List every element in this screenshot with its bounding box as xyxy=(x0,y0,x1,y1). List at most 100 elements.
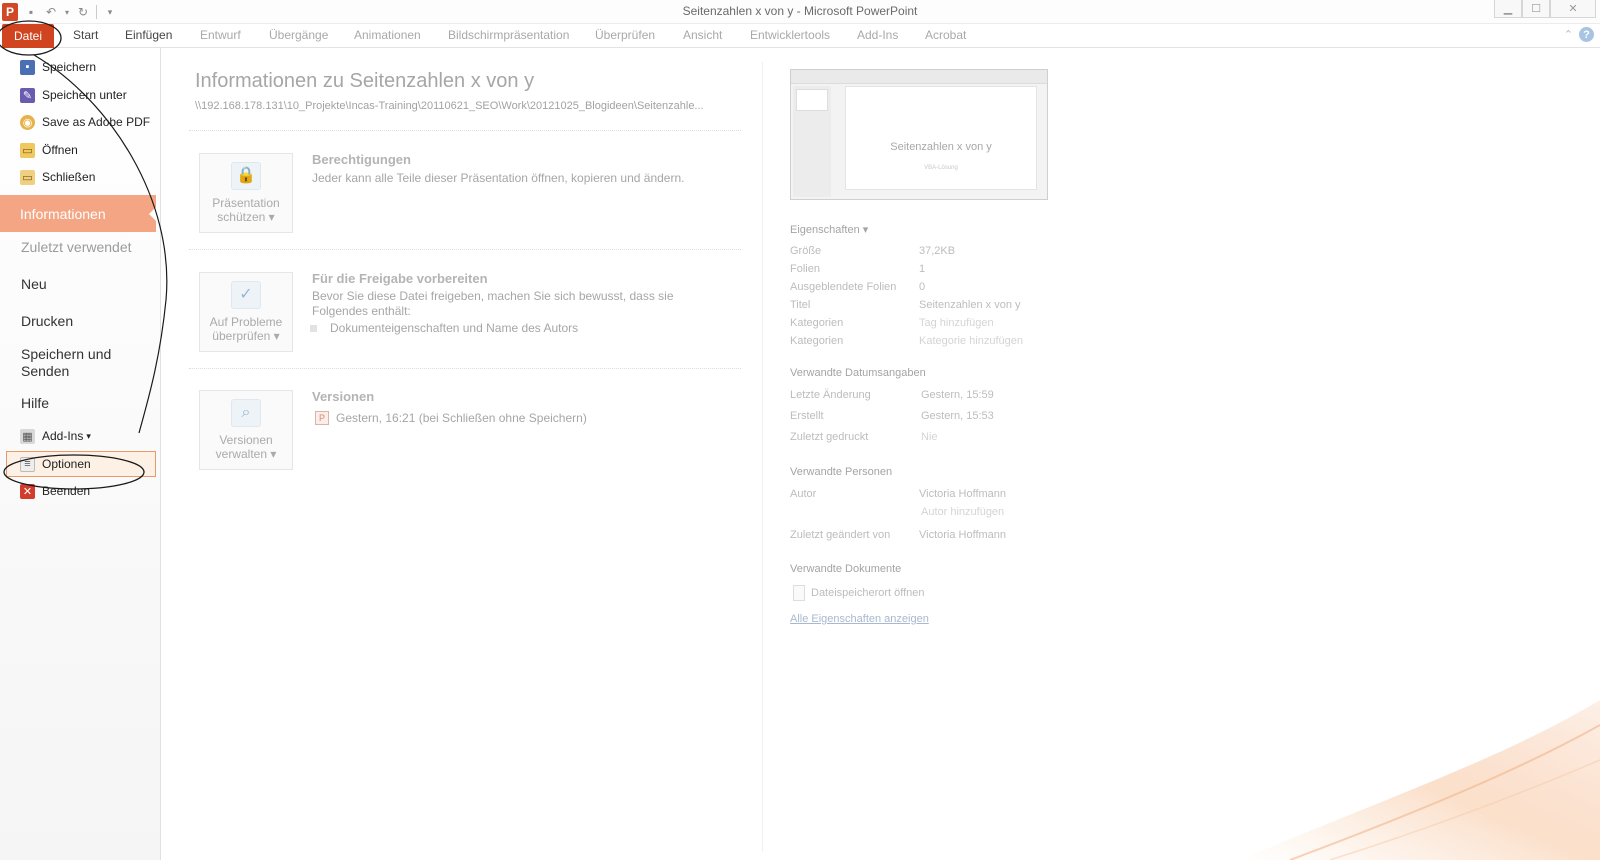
info-panel: Informationen zu Seitenzahlen x von y \\… xyxy=(161,48,761,860)
property-value: 37,2KB xyxy=(919,245,956,257)
date-value: Gestern, 15:53 xyxy=(921,410,994,422)
nav-add-ins-label: Add-Ins xyxy=(42,429,84,443)
tab-ansicht[interactable]: Ansicht xyxy=(683,28,722,42)
slide-preview[interactable]: Seitenzahlen x von y VBA-Lösung xyxy=(790,69,1048,200)
date-label: Zuletzt gedruckt xyxy=(790,431,869,443)
powerpoint-logo-icon[interactable]: P xyxy=(2,3,18,21)
nav-speichern-und-senden[interactable]: Speichern und Senden xyxy=(21,346,121,380)
chevron-down-icon: ▾ xyxy=(86,430,91,441)
nav-speichern-unter-label: Speichern unter xyxy=(42,88,127,102)
nav-zuletzt-verwendet[interactable]: Zuletzt verwendet xyxy=(21,239,132,255)
version-entry[interactable]: Gestern, 16:21 (bei Schließen ohne Speic… xyxy=(336,411,756,426)
tab-datei[interactable]: Datei xyxy=(2,24,54,48)
addins-icon: ▦ xyxy=(20,428,35,444)
tab-add-ins[interactable]: Add-Ins xyxy=(857,28,898,42)
date-label: Erstellt xyxy=(790,410,824,422)
check-issues-label-1: Auf Probleme xyxy=(209,315,283,329)
tab-bildschirmpraesentation[interactable]: Bildschirmpräsentation xyxy=(448,28,569,42)
nav-save-as-adobe-pdf[interactable]: ◉ Save as Adobe PDF xyxy=(20,111,150,133)
divider xyxy=(189,249,741,250)
show-all-properties-link[interactable]: Alle Eigenschaften anzeigen xyxy=(790,613,929,625)
redo-icon[interactable]: ↻ xyxy=(76,5,90,19)
tab-start[interactable]: Start xyxy=(73,28,98,42)
dates-header: Verwandte Datumsangaben xyxy=(790,367,926,379)
check-document-icon: ✓ xyxy=(231,281,261,309)
properties-header[interactable]: Eigenschaften ▾ xyxy=(790,223,868,236)
add-author-field[interactable]: Autor hinzufügen xyxy=(921,506,1004,518)
manage-versions-label-1: Versionen xyxy=(219,433,273,447)
nav-speichern-unter[interactable]: ✎ Speichern unter xyxy=(20,84,127,106)
add-tag-field[interactable]: Tag hinzufügen xyxy=(919,317,994,329)
author-value[interactable]: Victoria Hoffmann xyxy=(919,488,1006,500)
tab-ueberpruefen[interactable]: Überprüfen xyxy=(595,28,655,42)
property-value: 0 xyxy=(919,281,926,293)
property-label: Größe xyxy=(790,245,822,257)
undo-icon[interactable]: ↶ xyxy=(44,5,58,19)
property-value: 1 xyxy=(919,263,926,275)
minimize-button[interactable]: ▁ xyxy=(1494,0,1522,18)
window-title: Seitenzahlen x von y - Microsoft PowerPo… xyxy=(682,4,918,18)
nav-beenden-label: Beenden xyxy=(42,484,91,498)
permissions-text: Jeder kann alle Teile dieser Präsentatio… xyxy=(312,171,685,185)
preview-ribbon xyxy=(791,70,1047,84)
manage-versions-button[interactable]: ⌕ Versionen verwalten ▾ xyxy=(199,390,293,470)
preview-slide: Seitenzahlen x von y VBA-Lösung xyxy=(845,86,1037,190)
bullet-icon xyxy=(310,325,317,332)
modified-by-label: Zuletzt geändert von xyxy=(790,529,891,541)
tab-acrobat[interactable]: Acrobat xyxy=(925,28,966,42)
divider xyxy=(189,130,741,131)
prepare-sharing-bullet: Dokumenteigenschaften und Name des Autor… xyxy=(330,321,579,335)
check-issues-label-2: überprüfen ▾ xyxy=(212,329,280,343)
tab-einfuegen[interactable]: Einfügen xyxy=(125,28,172,42)
collapse-ribbon-icon[interactable]: ⌃ xyxy=(1564,28,1573,41)
dropdown-icon[interactable]: ▾ xyxy=(64,5,70,19)
panel-separator xyxy=(762,62,763,852)
save-icon[interactable]: ▪ xyxy=(24,5,38,19)
tab-animationen[interactable]: Animationen xyxy=(354,28,421,42)
title-bar: P ▪ ↶ ▾ ↻ ▾ Seitenzahlen x von y - Micro… xyxy=(0,0,1600,24)
decorative-swoosh-line xyxy=(1289,724,1600,860)
nav-speichern-label: Speichern xyxy=(42,60,97,74)
property-title-field[interactable]: Seitenzahlen x von y xyxy=(919,299,1021,311)
page-title: Informationen zu Seitenzahlen x von y xyxy=(195,70,535,92)
close-button[interactable]: ✕ xyxy=(1550,0,1596,18)
nav-informationen[interactable]: Informationen xyxy=(0,195,157,232)
check-issues-button[interactable]: ✓ Auf Probleme überprüfen ▾ xyxy=(199,272,293,352)
nav-oeffnen-label: Öffnen xyxy=(42,143,78,157)
preview-slide-subtitle: VBA-Lösung xyxy=(924,165,958,171)
prepare-sharing-title: Für die Freigabe vorbereiten xyxy=(312,271,488,286)
nav-optionen-label: Optionen xyxy=(42,457,91,471)
permissions-title: Berechtigungen xyxy=(312,152,411,167)
versions-icon: ⌕ xyxy=(231,399,261,427)
nav-drucken[interactable]: Drucken xyxy=(21,313,73,329)
tab-entwurf[interactable]: Entwurf xyxy=(200,28,241,42)
help-icon[interactable]: ? xyxy=(1579,27,1594,42)
nav-oeffnen[interactable]: ▭ Öffnen xyxy=(20,139,78,161)
nav-schliessen-label: Schließen xyxy=(42,170,96,184)
preview-slide-pane xyxy=(793,86,831,197)
ribbon-tabs: Datei Start Einfügen Entwurf Übergänge A… xyxy=(0,24,1600,48)
nav-add-ins[interactable]: ▦ Add-Ins ▾ xyxy=(20,425,91,447)
nav-beenden[interactable]: ✕ Beenden xyxy=(20,480,90,502)
tab-entwicklertools[interactable]: Entwicklertools xyxy=(750,28,830,42)
author-label: Autor xyxy=(790,488,817,500)
backstage-nav: ▪ Speichern ✎ Speichern unter ◉ Save as … xyxy=(0,48,161,860)
nav-schliessen[interactable]: ▭ Schließen xyxy=(20,166,95,188)
window-controls: ▁ ☐ ✕ xyxy=(1494,0,1596,18)
open-file-location-link[interactable]: Dateispeicherort öffnen xyxy=(811,587,925,599)
prepare-sharing-text: Bevor Sie diese Datei freigeben, machen … xyxy=(312,289,674,318)
adobe-pdf-icon: ◉ xyxy=(20,114,35,130)
file-path: \\192.168.178.131\10_Projekte\Incas-Trai… xyxy=(195,100,704,112)
ribbon-right-controls: ⌃ ? xyxy=(1564,27,1594,42)
quick-access-toolbar: P ▪ ↶ ▾ ↻ ▾ xyxy=(0,2,117,22)
versions-title: Versionen xyxy=(312,389,375,404)
maximize-button[interactable]: ☐ xyxy=(1522,0,1550,18)
add-category-field[interactable]: Kategorie hinzufügen xyxy=(919,335,1023,347)
customize-icon[interactable]: ▾ xyxy=(103,5,117,19)
nav-optionen[interactable]: ≡ Optionen xyxy=(20,453,91,475)
nav-hilfe[interactable]: Hilfe xyxy=(21,395,49,411)
nav-neu[interactable]: Neu xyxy=(21,276,47,292)
tab-uebergaenge[interactable]: Übergänge xyxy=(269,28,328,42)
protect-presentation-button[interactable]: 🔒 Präsentation schützen ▾ xyxy=(199,153,293,233)
nav-speichern[interactable]: ▪ Speichern xyxy=(20,56,96,78)
